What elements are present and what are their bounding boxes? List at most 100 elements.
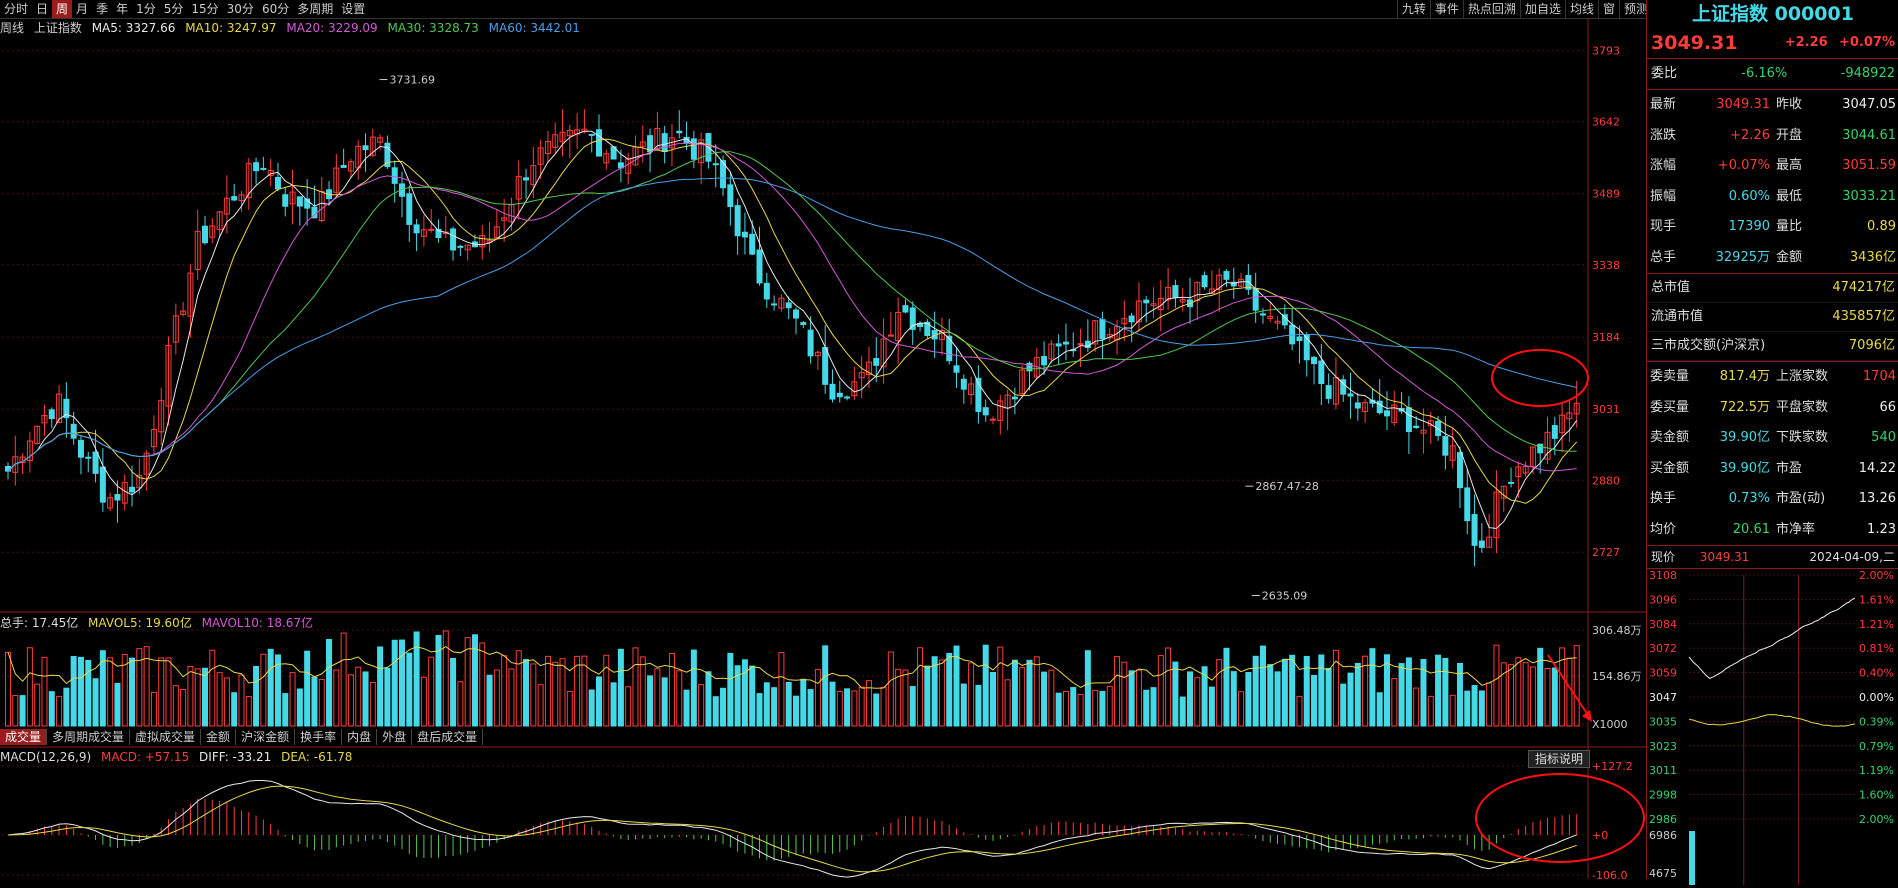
stat-value: +0.07% <box>1717 158 1770 173</box>
y-tick-label: 3489 <box>1592 188 1620 201</box>
volume-bar <box>1259 645 1266 727</box>
candle-body <box>807 329 814 357</box>
stat-label: 委卖量 <box>1650 369 1690 384</box>
mini-pct-tick: 1.21% <box>1859 618 1894 631</box>
stat-row: 委买量 722.5万 平盘家数 66 <box>1647 393 1898 424</box>
volume-bar <box>1157 655 1164 727</box>
stat-cell: 市盈(动) 13.26 <box>1773 484 1898 515</box>
volume-bar <box>785 681 792 727</box>
volume-bar <box>260 653 267 727</box>
stat-cell: 振幅 0.60% <box>1647 182 1773 213</box>
stat-cell: 下跌家数 540 <box>1773 423 1898 454</box>
volume-bar <box>1566 657 1573 727</box>
indicator-tab-3[interactable]: 金额 <box>201 729 237 745</box>
volume-bar <box>741 659 748 727</box>
candle-body <box>793 309 799 319</box>
stat-value: 20.61 <box>1732 521 1770 537</box>
volume-bar <box>1442 657 1449 727</box>
stat-row: 换手 0.73% 市盈(动) 13.26 <box>1647 484 1898 515</box>
stat-cell: 卖金额 39.90亿 <box>1647 423 1773 454</box>
volume-bar <box>318 678 325 727</box>
volume-bar <box>778 652 785 727</box>
stat-row: 振幅 0.60% 最低 3033.21 <box>1647 182 1898 213</box>
candle-body <box>1201 275 1208 288</box>
macd-diff: DIFF: -33.21 <box>199 750 272 764</box>
candle-body <box>1172 285 1179 298</box>
volume-bar <box>530 663 537 727</box>
stat-cell: 昨收 3047.05 <box>1773 90 1898 121</box>
indicator-tab-4[interactable]: 沪深金额 <box>236 729 296 745</box>
mini-pct-tick: 0.00% <box>1859 691 1894 704</box>
indicator-tab-7[interactable]: 外盘 <box>377 729 413 745</box>
indicator-tab-2[interactable]: 虚拟成交量 <box>130 729 202 745</box>
volume-bar <box>880 686 887 727</box>
volume-bar <box>1384 654 1390 727</box>
stat-label: 昨收 <box>1776 97 1803 112</box>
indicator-tab-1[interactable]: 多周期成交量 <box>47 729 131 745</box>
volume-bar <box>1223 647 1230 727</box>
volume-bar <box>406 652 413 727</box>
stat-value: 3049.31 <box>1716 97 1770 112</box>
volume-bar <box>48 691 55 727</box>
candle-body <box>661 133 668 153</box>
stat-row: 均价 20.61 市净率 1.23 <box>1647 515 1898 546</box>
candle-body <box>1471 514 1478 546</box>
price-change: +2.26 <box>1784 35 1828 50</box>
candle-body <box>1011 396 1018 400</box>
volume-bar <box>654 668 661 727</box>
volume-bar <box>56 695 63 727</box>
indicator-tab-5[interactable]: 换手率 <box>295 729 343 745</box>
volume-bar <box>457 681 464 727</box>
volume-bar <box>1347 672 1354 727</box>
chart-area[interactable]: 3793 3642 3489 3338 3184 3031 2880 2727 3731.69 2… <box>0 0 1646 879</box>
indicator-tab-6[interactable]: 内盘 <box>342 729 378 745</box>
mini-vol-tick: 4675 <box>1649 867 1677 880</box>
volume-bar <box>639 656 646 727</box>
candle-body <box>1551 425 1558 439</box>
cap-value: 7096亿 <box>1848 338 1895 353</box>
candle-body <box>902 305 909 313</box>
volume-bar <box>1544 667 1551 727</box>
volume-bar <box>661 677 668 727</box>
stat-cell: 涨幅 +0.07% <box>1647 151 1773 182</box>
volume-bar <box>1522 662 1529 727</box>
mavol5-line <box>7 646 1577 689</box>
candle-body <box>734 205 741 237</box>
volume-bar <box>165 657 172 727</box>
volume-bar <box>413 631 420 727</box>
volume-bar <box>347 674 354 727</box>
macd-info: MACD(12,26,9) MACD: +57.15 DIFF: -33.21 … <box>0 750 352 764</box>
ma30-line <box>7 151 1577 472</box>
candle-body <box>413 224 420 234</box>
stat-cell: 最高 3051.59 <box>1773 151 1898 182</box>
volume-bar <box>1354 662 1361 727</box>
indicator-tab-0[interactable]: 成交量 <box>0 729 48 745</box>
indicator-tab-8[interactable]: 盘后成交量 <box>412 729 484 745</box>
volume-bar <box>1376 692 1383 727</box>
volume-bar <box>1238 691 1245 727</box>
indicator-help-button[interactable]: 指标说明 <box>1528 750 1591 768</box>
intraday-chart[interactable]: 3108 2.00% 3096 1.61% 3084 1.21% 3072 0.81% 3059… <box>1647 569 1898 885</box>
volume-bar <box>603 654 610 727</box>
candle-body <box>690 138 697 160</box>
volume-bar <box>1281 658 1288 727</box>
volume-bar <box>1391 678 1398 727</box>
volume-bar <box>1427 695 1434 727</box>
candle-body <box>1384 410 1390 417</box>
volume-bar <box>158 657 165 727</box>
y-tick-label: 2880 <box>1592 474 1620 487</box>
stat-cell: 市盈 14.22 <box>1773 454 1898 485</box>
weibi-label: 委比 <box>1651 66 1678 81</box>
volume-bar <box>727 652 734 727</box>
volume-bar <box>253 665 260 727</box>
dea-line <box>7 785 1577 873</box>
volume-bar <box>1303 655 1310 727</box>
stat-cell: 总手 32925万 <box>1647 243 1773 274</box>
mini-vol-tick: 6986 <box>1649 829 1677 842</box>
volume-bar <box>1449 694 1456 727</box>
volume-bar <box>1172 661 1179 727</box>
stat-label: 涨跌 <box>1650 127 1677 143</box>
stat-cell: 开盘 3044.61 <box>1773 121 1898 152</box>
y-tick-label: 2727 <box>1592 546 1620 559</box>
volume-bar <box>282 693 289 727</box>
